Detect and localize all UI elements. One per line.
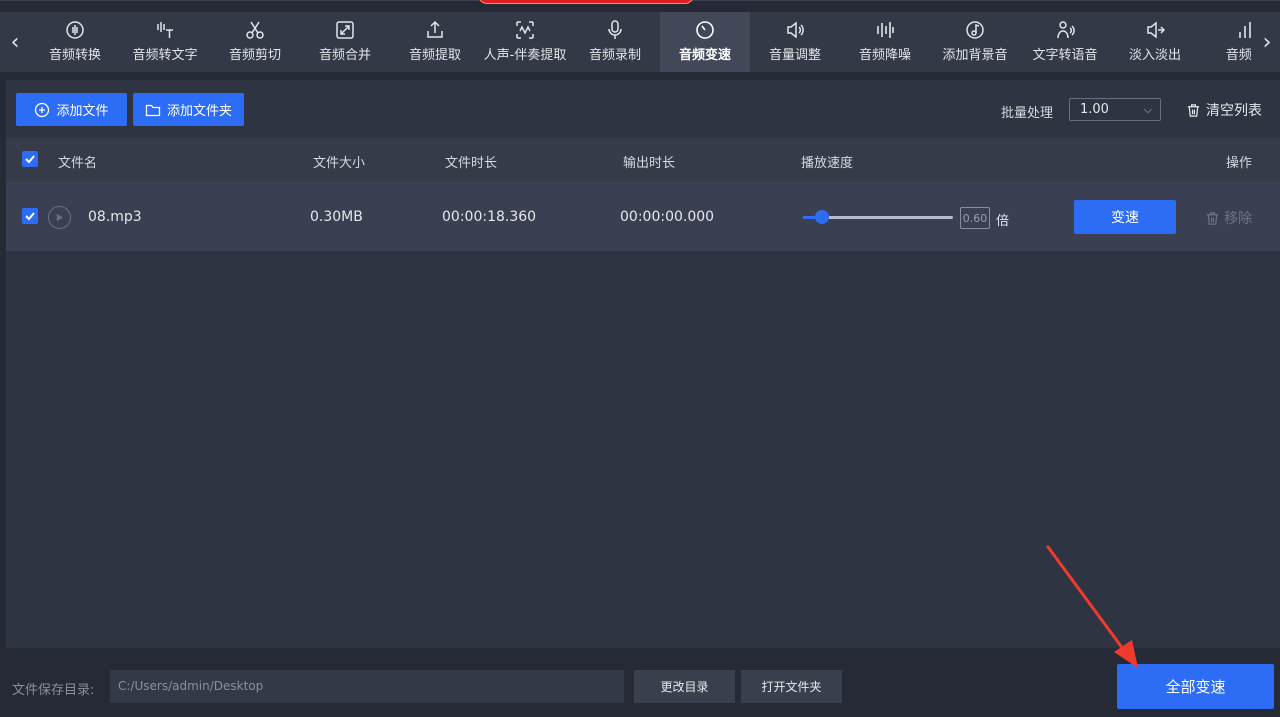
column-header-name: 文件名: [58, 156, 98, 171]
speed-slider[interactable]: [803, 206, 955, 228]
tool-add-background-music[interactable]: 添加背景音: [930, 12, 1020, 72]
voice-separate-icon: [514, 20, 536, 40]
output-duration: 00:00:00.000: [620, 209, 715, 225]
add-folder-button[interactable]: 添加文件夹: [133, 93, 244, 126]
denoise-icon: [874, 20, 896, 40]
trash-icon: [1187, 103, 1200, 117]
red-title-tab: [478, 0, 694, 4]
merge-icon: [334, 20, 356, 40]
tool-audio-cut[interactable]: 音频剪切: [210, 12, 300, 72]
file-list-panel: 添加文件 添加文件夹 批量处理 1.00 ⌵ 清空列表 文件名 文件大小 文件时…: [6, 80, 1280, 648]
tool-denoise[interactable]: 音频降噪: [840, 12, 930, 72]
tool-label: 音频剪切: [228, 48, 281, 63]
tool-label: 音频转文字: [132, 48, 198, 63]
tool-audio-record[interactable]: 音频录制: [570, 12, 660, 72]
column-header-duration: 文件时长: [445, 156, 498, 171]
row-checkbox[interactable]: [22, 208, 38, 224]
slider-handle[interactable]: [815, 210, 829, 224]
tool-label: 人声-伴奏提取: [483, 48, 567, 63]
tool-audio-to-text[interactable]: 音频转文字: [120, 12, 210, 72]
remove-label: 移除: [1224, 211, 1252, 227]
check-icon: [25, 155, 35, 164]
chevron-right-icon[interactable]: ›: [1252, 12, 1280, 72]
fade-icon: [1144, 20, 1166, 40]
tool-label: 音频降噪: [858, 48, 911, 63]
chevron-left-icon[interactable]: ‹: [0, 12, 30, 72]
add-file-label: 添加文件: [56, 104, 109, 119]
audio-convert-icon: [64, 20, 86, 40]
scissors-icon: [244, 20, 266, 40]
tool-audio-convert[interactable]: 音频转换: [30, 12, 120, 72]
speed-icon: [694, 20, 716, 40]
table-header: 文件名 文件大小 文件时长 输出时长 播放速度 操作: [6, 138, 1280, 182]
audio-to-text-icon: [154, 20, 176, 40]
clear-list-button[interactable]: 清空列表: [1186, 100, 1262, 120]
file-size: 0.30MB: [310, 209, 363, 225]
convert-all-button[interactable]: 全部变速: [1117, 664, 1274, 709]
tool-label: 音频合并: [318, 48, 371, 63]
tool-volume-adjust[interactable]: 音量调整: [750, 12, 840, 72]
tool-label: 添加背景音: [942, 48, 1008, 63]
open-folder-button[interactable]: 打开文件夹: [741, 670, 842, 703]
change-directory-button[interactable]: 更改目录: [634, 670, 735, 703]
tool-audio-extract[interactable]: 音频提取: [390, 12, 480, 72]
column-header-speed: 播放速度: [801, 156, 854, 171]
top-toolbar: ‹ 音频转换 音频转文字 音频剪切 音频合并 音频提取 人声-伴奏提取 音频录制…: [0, 0, 1280, 80]
volume-icon: [784, 20, 806, 40]
tool-label: 音量调整: [768, 48, 821, 63]
speed-value-input[interactable]: 0.60: [960, 207, 990, 229]
tool-label: 音频提取: [408, 48, 461, 63]
remove-button[interactable]: 移除: [1205, 208, 1252, 228]
microphone-icon: [604, 20, 626, 40]
tool-voice-separate[interactable]: 人声-伴奏提取: [480, 12, 570, 72]
check-icon: [25, 212, 35, 221]
table-row: 08.mp3 0.30MB 00:00:18.360 00:00:00.000 …: [6, 182, 1280, 251]
play-icon: [56, 213, 64, 222]
speed-unit: 倍: [996, 214, 1010, 229]
add-folder-label: 添加文件夹: [166, 104, 232, 119]
chevron-down-icon: ⌵: [1143, 103, 1152, 116]
tool-audio-speed[interactable]: 音频变速: [660, 12, 750, 72]
tool-label: 音频转换: [48, 48, 101, 63]
plus-circle-icon: [35, 102, 50, 117]
play-button[interactable]: [48, 206, 71, 229]
convert-speed-button[interactable]: 变速: [1074, 200, 1176, 234]
tool-label: 音频录制: [588, 48, 641, 63]
column-header-size: 文件大小: [313, 156, 366, 171]
tool-label: 文字转语音: [1032, 48, 1098, 63]
column-header-operation: 操作: [1226, 156, 1253, 171]
batch-label: 批量处理: [1001, 106, 1054, 121]
tool-audio-merge[interactable]: 音频合并: [300, 12, 390, 72]
tool-label: 音频变速: [678, 48, 731, 63]
extract-icon: [424, 20, 446, 40]
select-all-checkbox[interactable]: [22, 151, 38, 167]
batch-speed-value: 1.00: [1080, 102, 1109, 117]
save-directory-field[interactable]: C:/Users/admin/Desktop: [110, 670, 624, 703]
audio-bars-icon: [1234, 20, 1252, 40]
file-duration: 00:00:18.360: [442, 209, 537, 225]
save-directory-label: 文件保存目录:: [12, 683, 95, 698]
text-to-speech-icon: [1054, 20, 1076, 40]
tool-label: 淡入淡出: [1128, 48, 1181, 63]
folder-icon: [145, 104, 161, 116]
tool-label: 音频...: [1225, 48, 1252, 63]
tool-audio-more[interactable]: 音频...: [1200, 12, 1252, 72]
trash-icon: [1206, 211, 1219, 225]
add-file-button[interactable]: 添加文件: [16, 93, 127, 126]
tool-list: 音频转换 音频转文字 音频剪切 音频合并 音频提取 人声-伴奏提取 音频录制 音…: [30, 12, 1252, 72]
tool-fade[interactable]: 淡入淡出: [1110, 12, 1200, 72]
background-music-icon: [964, 20, 986, 40]
clear-list-label: 清空列表: [1206, 103, 1262, 119]
batch-speed-select[interactable]: 1.00 ⌵: [1069, 98, 1161, 121]
file-name: 08.mp3: [88, 209, 142, 225]
tool-text-to-speech[interactable]: 文字转语音: [1020, 12, 1110, 72]
column-header-output-duration: 输出时长: [623, 156, 676, 171]
